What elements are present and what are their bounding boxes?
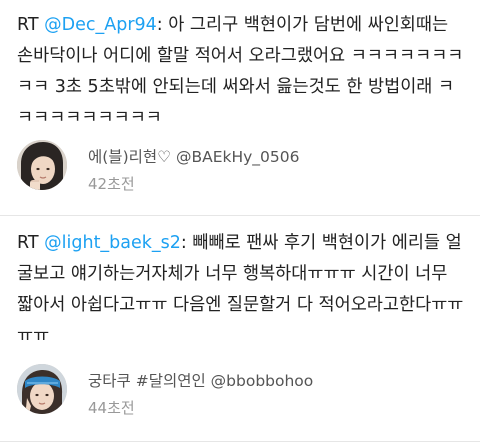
avatar[interactable] xyxy=(17,364,67,414)
tweet-item[interactable]: RT @Dec_Apr94: 아 그리구 백현이가 담번에 싸인회때는 손바닥이… xyxy=(0,0,480,215)
retweet-prefix: RT xyxy=(17,15,45,35)
tweet-text: RT @light_baek_s2: 빼빼로 팬싸 후기 백현이가 에리들 얼굴… xyxy=(17,228,467,352)
author-info[interactable]: 에(블)리현♡ @BAEkHy_0506 42초전 xyxy=(17,140,467,200)
tweet-item[interactable]: RT @light_baek_s2: 빼빼로 팬싸 후기 백현이가 에리들 얼굴… xyxy=(0,218,480,443)
avatar[interactable] xyxy=(17,140,67,190)
tweet-text: RT @Dec_Apr94: 아 그리구 백현이가 담번에 싸인회때는 손바닥이… xyxy=(17,10,467,134)
divider xyxy=(0,441,480,442)
divider xyxy=(0,215,480,216)
author-name[interactable]: 에(블)리현♡ @BAEkHy_0506 xyxy=(88,145,300,167)
retweet-prefix: RT xyxy=(17,233,45,253)
timestamp: 44초전 xyxy=(88,399,135,417)
tweet-feed: RT @Dec_Apr94: 아 그리구 백현이가 담번에 싸인회때는 손바닥이… xyxy=(0,0,480,443)
mention-link[interactable]: @light_baek_s2 xyxy=(44,233,181,253)
mention-link[interactable]: @Dec_Apr94 xyxy=(44,15,157,35)
timestamp: 42초전 xyxy=(88,175,135,193)
author-info[interactable]: 궁타쿠 #달의연인 @bbobbohoo 44초전 xyxy=(17,364,467,424)
avatar-photo-icon xyxy=(17,364,67,414)
author-name[interactable]: 궁타쿠 #달의연인 @bbobbohoo xyxy=(88,369,313,391)
avatar-photo-icon xyxy=(17,140,67,190)
